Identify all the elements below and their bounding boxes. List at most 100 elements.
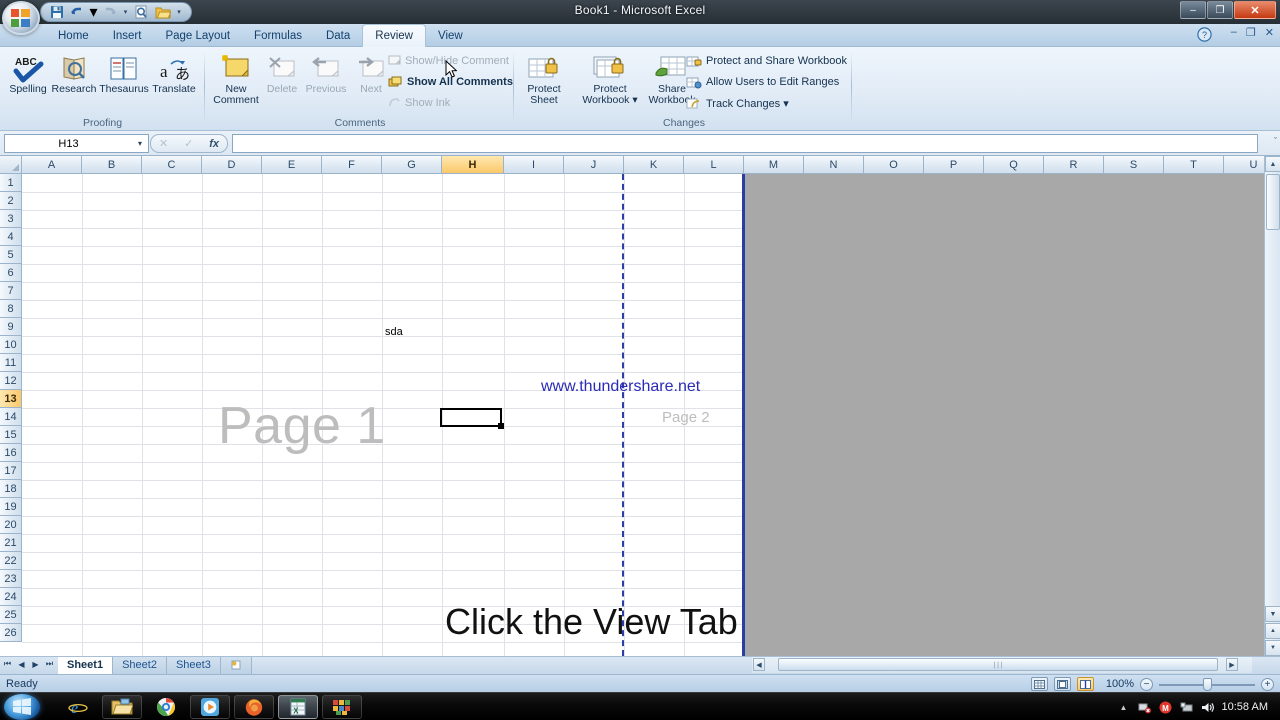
network-error-icon[interactable] bbox=[1138, 700, 1152, 714]
enter-formula-icon[interactable]: ✓ bbox=[184, 137, 193, 150]
show-ink-button[interactable]: Show Ink bbox=[388, 95, 450, 111]
row-header-25[interactable]: 25 bbox=[0, 606, 22, 624]
row-header-15[interactable]: 15 bbox=[0, 426, 22, 444]
column-header-C[interactable]: C bbox=[142, 156, 202, 174]
horizontal-scrollbar[interactable]: ◀ ∣∣∣ ▶ bbox=[752, 657, 1252, 673]
row-header-13[interactable]: 13 bbox=[0, 390, 22, 408]
column-header-J[interactable]: J bbox=[564, 156, 624, 174]
row-header-6[interactable]: 6 bbox=[0, 264, 22, 282]
row-header-14[interactable]: 14 bbox=[0, 408, 22, 426]
ribbon-tab-page-layout[interactable]: Page Layout bbox=[153, 26, 242, 47]
vertical-scroll-thumb[interactable] bbox=[1266, 174, 1280, 230]
column-header-D[interactable]: D bbox=[202, 156, 262, 174]
row-header-16[interactable]: 16 bbox=[0, 444, 22, 462]
zoom-out-button[interactable]: − bbox=[1140, 677, 1153, 691]
column-header-G[interactable]: G bbox=[382, 156, 442, 174]
name-box-dropdown-icon[interactable]: ▾ bbox=[132, 139, 148, 148]
row-header-23[interactable]: 23 bbox=[0, 570, 22, 588]
cells-area[interactable]: Page 1 Page 2 sda www.thundershare.net C… bbox=[22, 174, 1280, 656]
insert-function-icon[interactable]: fx bbox=[209, 138, 219, 150]
column-header-S[interactable]: S bbox=[1104, 156, 1164, 174]
zoom-slider-knob[interactable] bbox=[1203, 678, 1212, 691]
column-header-I[interactable]: I bbox=[504, 156, 564, 174]
show-hide-comment-button[interactable]: Show/Hide Comment bbox=[388, 53, 509, 69]
row-header-4[interactable]: 4 bbox=[0, 228, 22, 246]
close-button[interactable]: ✕ bbox=[1234, 1, 1276, 19]
row-header-9[interactable]: 9 bbox=[0, 318, 22, 336]
row-header-18[interactable]: 18 bbox=[0, 480, 22, 498]
sheet-tab-sheet3[interactable]: Sheet3 bbox=[166, 657, 221, 674]
save-button[interactable] bbox=[47, 4, 66, 21]
redo-button[interactable] bbox=[100, 4, 119, 21]
page-break-dashed-line[interactable] bbox=[622, 174, 624, 656]
column-header-N[interactable]: N bbox=[804, 156, 864, 174]
spelling-button[interactable]: ABC Spelling bbox=[2, 49, 54, 95]
display-icon[interactable] bbox=[1180, 700, 1194, 714]
row-header-5[interactable]: 5 bbox=[0, 246, 22, 264]
previous-page-button[interactable]: ▲ bbox=[1265, 623, 1280, 639]
ribbon-tab-formulas[interactable]: Formulas bbox=[242, 26, 314, 47]
column-header-P[interactable]: P bbox=[924, 156, 984, 174]
row-header-21[interactable]: 21 bbox=[0, 534, 22, 552]
row-header-22[interactable]: 22 bbox=[0, 552, 22, 570]
row-header-10[interactable]: 10 bbox=[0, 336, 22, 354]
row-header-26[interactable]: 26 bbox=[0, 624, 22, 642]
ribbon-tab-insert[interactable]: Insert bbox=[101, 26, 154, 47]
column-header-M[interactable]: M bbox=[744, 156, 804, 174]
ribbon-tab-home[interactable]: Home bbox=[46, 26, 101, 47]
select-all-button[interactable] bbox=[0, 156, 22, 174]
new-comment-button[interactable]: New Comment bbox=[210, 49, 262, 106]
taskbar-media-player[interactable] bbox=[190, 695, 230, 719]
row-header-24[interactable]: 24 bbox=[0, 588, 22, 606]
taskbar-chrome[interactable] bbox=[146, 695, 186, 719]
column-header-O[interactable]: O bbox=[864, 156, 924, 174]
show-hidden-icons-button[interactable]: ▲ bbox=[1117, 700, 1131, 714]
column-header-E[interactable]: E bbox=[262, 156, 322, 174]
selected-cell-h13[interactable] bbox=[440, 408, 504, 429]
ribbon-tab-review[interactable]: Review bbox=[362, 24, 426, 47]
first-sheet-button[interactable]: ⏮ bbox=[2, 659, 13, 669]
column-header-H[interactable]: H bbox=[442, 156, 504, 174]
row-header-20[interactable]: 20 bbox=[0, 516, 22, 534]
sheet-tab-sheet2[interactable]: Sheet2 bbox=[113, 657, 167, 674]
row-header-7[interactable]: 7 bbox=[0, 282, 22, 300]
scroll-down-button[interactable]: ▼ bbox=[1265, 606, 1280, 622]
help-button[interactable]: ? bbox=[1197, 27, 1212, 45]
scroll-up-button[interactable]: ▲ bbox=[1265, 156, 1280, 172]
row-header-17[interactable]: 17 bbox=[0, 462, 22, 480]
clock[interactable]: 10:58 AM bbox=[1222, 701, 1278, 713]
row-header-11[interactable]: 11 bbox=[0, 354, 22, 372]
ribbon-close-button[interactable]: ✕ bbox=[1265, 26, 1274, 39]
taskbar-firefox[interactable] bbox=[234, 695, 274, 719]
minimize-button[interactable]: – bbox=[1180, 1, 1206, 19]
undo-dropdown[interactable]: ▾ bbox=[89, 4, 98, 21]
office-button[interactable] bbox=[2, 1, 40, 35]
taskbar-excel[interactable]: X bbox=[278, 695, 318, 719]
taskbar-archiver[interactable] bbox=[322, 695, 362, 719]
row-header-8[interactable]: 8 bbox=[0, 300, 22, 318]
volume-icon[interactable] bbox=[1201, 700, 1215, 714]
next-sheet-button[interactable]: ▶ bbox=[30, 660, 41, 669]
customize-qat-button[interactable]: ▾ bbox=[174, 4, 184, 21]
expand-formula-bar-icon[interactable]: ˇ bbox=[1274, 136, 1277, 146]
normal-view-button[interactable] bbox=[1031, 677, 1048, 691]
row-header-1[interactable]: 1 bbox=[0, 174, 22, 192]
column-header-L[interactable]: L bbox=[684, 156, 744, 174]
row-header-19[interactable]: 19 bbox=[0, 498, 22, 516]
row-header-12[interactable]: 12 bbox=[0, 372, 22, 390]
ribbon-restore-button[interactable]: ❐ bbox=[1246, 26, 1256, 39]
allow-users-to-edit-ranges-button[interactable]: Allow Users to Edit Ranges bbox=[686, 74, 839, 90]
print-preview-button[interactable] bbox=[132, 4, 151, 21]
scroll-right-button[interactable]: ▶ bbox=[1226, 658, 1238, 671]
column-header-R[interactable]: R bbox=[1044, 156, 1104, 174]
protect-and-share-workbook-button[interactable]: Protect and Share Workbook bbox=[686, 53, 847, 69]
open-button[interactable] bbox=[153, 4, 172, 21]
previous-sheet-button[interactable]: ◀ bbox=[16, 660, 27, 669]
start-button[interactable] bbox=[4, 694, 40, 720]
horizontal-scroll-thumb[interactable]: ∣∣∣ bbox=[778, 658, 1218, 671]
ribbon-tab-view[interactable]: View bbox=[426, 26, 475, 47]
name-box[interactable]: H13 ▾ bbox=[4, 134, 149, 153]
column-header-Q[interactable]: Q bbox=[984, 156, 1044, 174]
track-changes-button[interactable]: Track Changes ▾ bbox=[686, 95, 789, 111]
mail-icon[interactable]: M bbox=[1159, 700, 1173, 714]
